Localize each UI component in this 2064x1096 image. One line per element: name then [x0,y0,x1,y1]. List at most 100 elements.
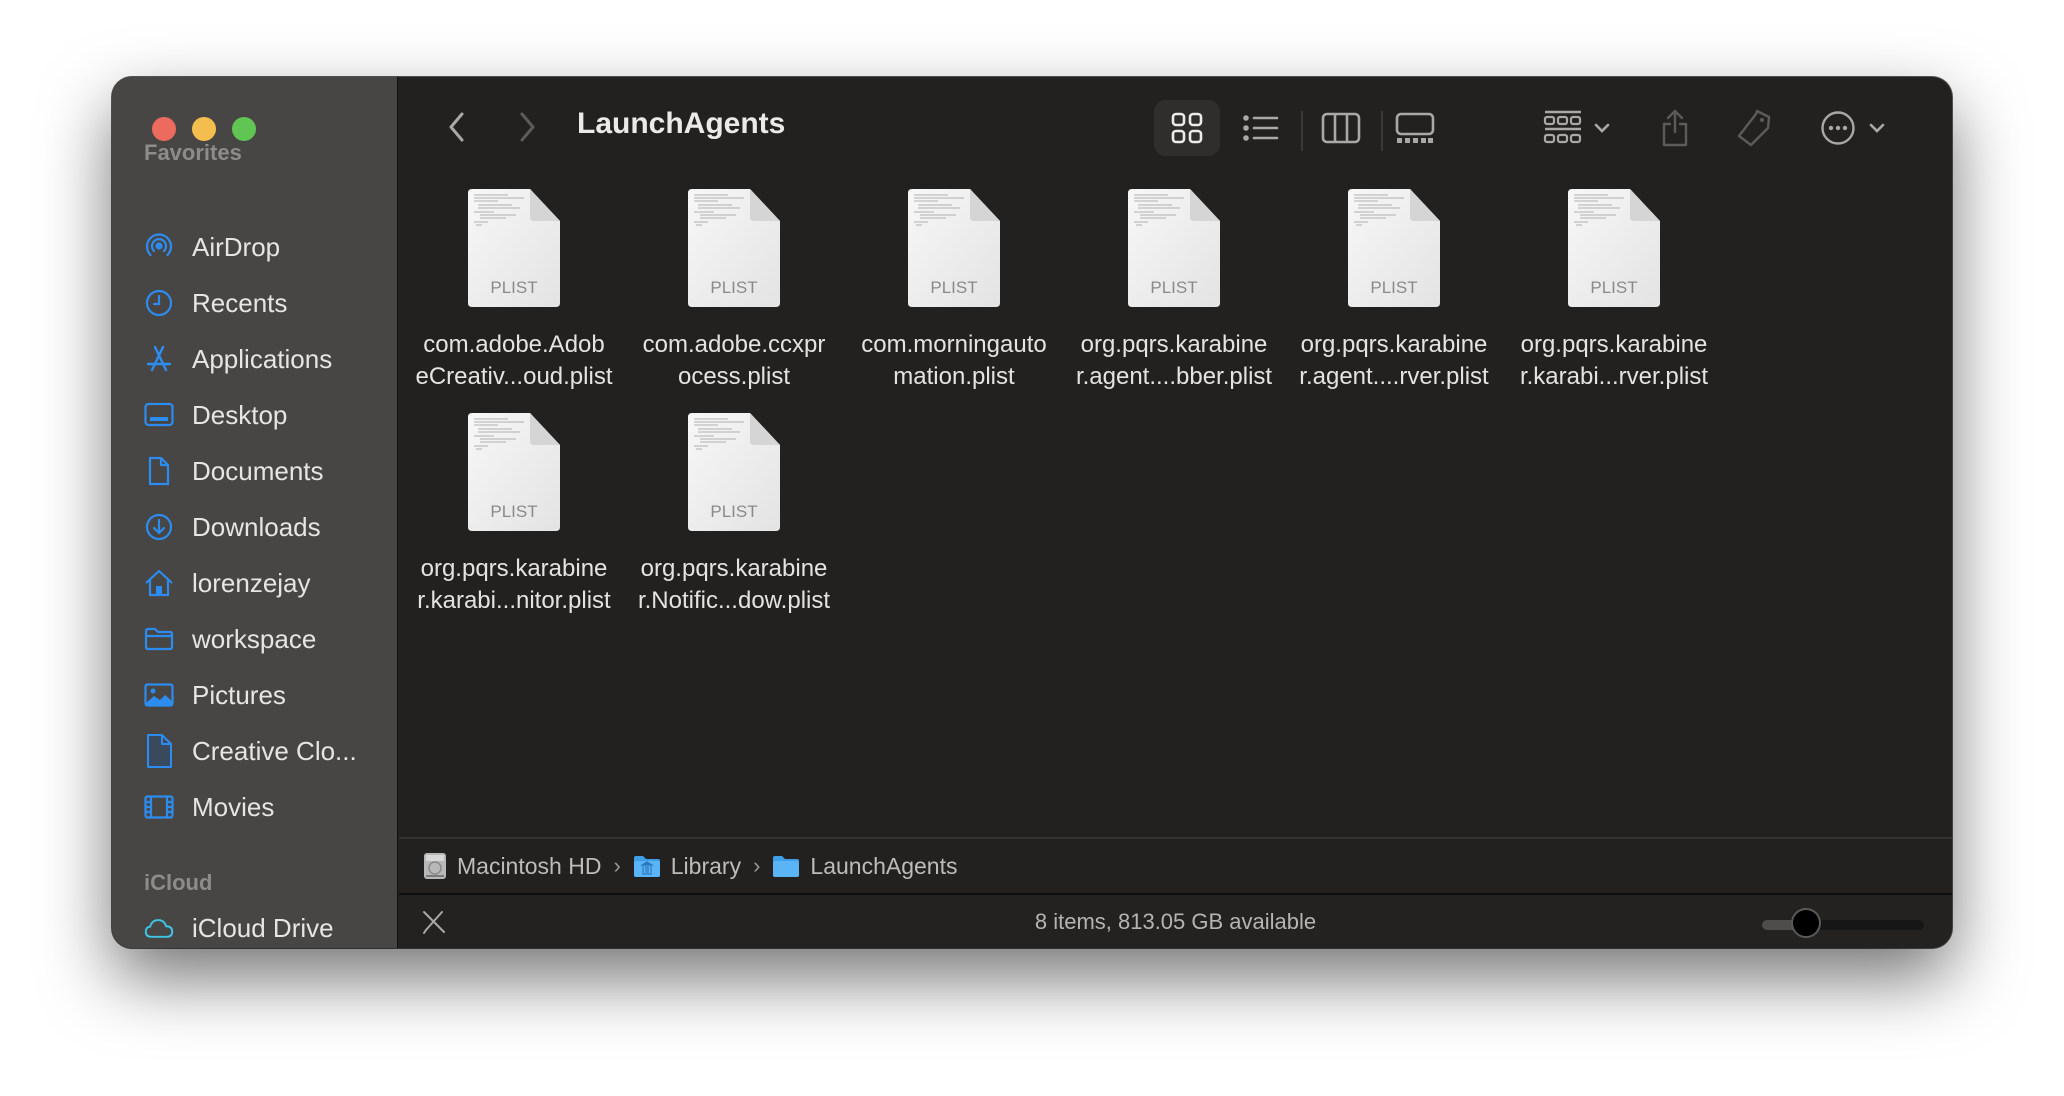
file-item[interactable]: PLIST com.adobe.Adob eCreativ...oud.plist [405,189,623,399]
file-name: org.pqrs.karabine r.karabi...rver.plist [1505,329,1723,393]
sidebar-item-label: lorenzejay [192,568,311,598]
file-type-label: PLIST [930,278,977,297]
gallery-view-button[interactable] [1391,100,1439,156]
path-separator: › [753,853,761,878]
sidebar-item-airdrop[interactable]: AirDrop [112,222,398,272]
file-name: com.adobe.ccxpr ocess.plist [625,329,843,393]
file-name-line: r.Notific...dow.plist [637,587,831,614]
window-controls [152,117,256,141]
file-type-label: PLIST [490,502,537,521]
icon-size-slider[interactable] [1762,908,1924,938]
sidebar-item-pictures[interactable]: Pictures [112,670,398,720]
share-icon [1662,109,1688,147]
file-type-label: PLIST [1590,278,1637,297]
sidebar-item-workspace[interactable]: workspace [112,614,398,664]
sidebar-item-home[interactable]: lorenzejay [112,558,398,608]
plist-file-icon: PLIST [1568,189,1660,307]
sidebar-item-label: Creative Clo... [192,736,357,766]
plist-file-icon: PLIST [1128,189,1220,307]
sidebar-item-label: Recents [192,288,288,318]
toolbar-divider [1381,111,1383,151]
window-title: LaunchAgents [577,107,786,140]
group-button[interactable] [1539,100,1615,156]
share-button[interactable] [1655,100,1695,156]
sidebar-item-label: Applications [192,344,333,374]
sidebar-item-label: Documents [192,456,324,486]
file-name: com.adobe.Adob eCreativ...oud.plist [405,329,623,393]
chevron-down-icon [1594,123,1610,133]
file-name: com.morningauto mation.plist [845,329,1063,393]
icloud-header: iCloud [144,870,213,895]
minimize-button[interactable] [192,117,216,141]
favorites-header: Favorites [144,140,242,165]
file-name-line: r.karabi...nitor.plist [417,587,611,614]
tag-button[interactable] [1733,100,1775,156]
file-name-line: org.pqrs.karabine [640,555,828,582]
main-content: LaunchAgents PLIST com.adobe.Adob eCreat… [399,77,1952,948]
download-icon [144,512,174,542]
sidebar-item-recents[interactable]: Recents [112,278,398,328]
file-type-label: PLIST [1150,278,1197,297]
columns-icon [1321,112,1361,144]
file-name-line: org.pqrs.karabine [1300,331,1488,358]
path-item-macintosh-hd[interactable]: Macintosh HD [423,852,601,880]
file-type-label: PLIST [710,502,757,521]
forward-button[interactable] [509,107,545,147]
folder-icon [773,856,800,877]
path-separator: › [613,853,621,878]
column-view-button[interactable] [1317,100,1365,156]
toolbar-divider [1301,111,1303,151]
zoom-button[interactable] [232,117,256,141]
home-icon [144,568,174,598]
plist-file-icon: PLIST [688,189,780,307]
finder-window: Favorites AirDrop Recents Applications D… [112,77,1952,948]
file-name-line: org.pqrs.karabine [1520,331,1708,358]
file-item[interactable]: PLIST org.pqrs.karabine r.karabi...rver.pl… [1505,189,1723,399]
status-bar: 8 items, 813.05 GB available [399,893,1952,948]
back-button[interactable] [439,107,475,147]
plist-file-icon: PLIST [468,189,560,307]
applications-icon [144,344,174,374]
sidebar-item-creative-cloud[interactable]: Creative Clo... [112,726,398,776]
list-view-button[interactable] [1237,100,1285,156]
library-folder-icon [633,856,660,877]
pictures-icon [144,680,174,710]
path-item-label: LaunchAgents [810,852,958,879]
file-item[interactable]: PLIST com.adobe.ccxpr ocess.plist [625,189,843,399]
slider-thumb[interactable] [1790,908,1821,938]
more-actions-button[interactable] [1815,100,1891,156]
icon-view-button[interactable] [1154,100,1220,156]
folder-icon [144,624,174,654]
toolbar: LaunchAgents [399,77,1952,177]
file-name: org.pqrs.karabine r.agent....bber.plist [1065,329,1283,393]
document-icon [144,456,174,486]
forward-chevron-icon [520,112,535,142]
sidebar-item-documents[interactable]: Documents [112,446,398,496]
path-item-library[interactable]: Library [633,853,741,880]
gallery-icon [1395,112,1435,143]
close-button[interactable] [152,117,176,141]
file-type-label: PLIST [710,278,757,297]
file-name: org.pqrs.karabine r.karabi...nitor.plist [405,553,623,617]
group-by-icon [1543,110,1582,144]
plist-file-icon: PLIST [688,413,780,531]
file-item[interactable]: PLIST org.pqrs.karabine r.agent....bber.pl… [1065,189,1283,399]
path-bar: Macintosh HD › Library › LaunchAgents [399,837,1952,893]
path-item-launchagents[interactable]: LaunchAgents [772,853,957,880]
status-text: 8 items, 813.05 GB available [1034,909,1317,934]
back-chevron-icon [449,112,464,142]
sidebar-item-icloud-drive[interactable]: iCloud Drive [112,903,398,948]
sidebar-item-downloads[interactable]: Downloads [112,502,398,552]
sidebar-item-movies[interactable]: Movies [112,782,398,832]
file-item[interactable]: PLIST org.pqrs.karabine r.karabi...nitor.p… [405,413,623,623]
file-type-label: PLIST [490,278,537,297]
file-item[interactable]: PLIST org.pqrs.karabine r.agent....rver.pl… [1285,189,1503,399]
sidebar-item-label: iCloud Drive [192,913,334,943]
sidebar-item-desktop[interactable]: Desktop [112,390,398,440]
file-item[interactable]: PLIST com.morningauto mation.plist [845,189,1063,399]
file-name-line: eCreativ...oud.plist [415,363,613,390]
grid-icon [1171,112,1203,144]
file-name-line: com.adobe.ccxpr [642,331,826,358]
sidebar-item-applications[interactable]: Applications [112,334,398,384]
file-item[interactable]: PLIST org.pqrs.karabine r.Notific...dow.pl… [625,413,843,623]
